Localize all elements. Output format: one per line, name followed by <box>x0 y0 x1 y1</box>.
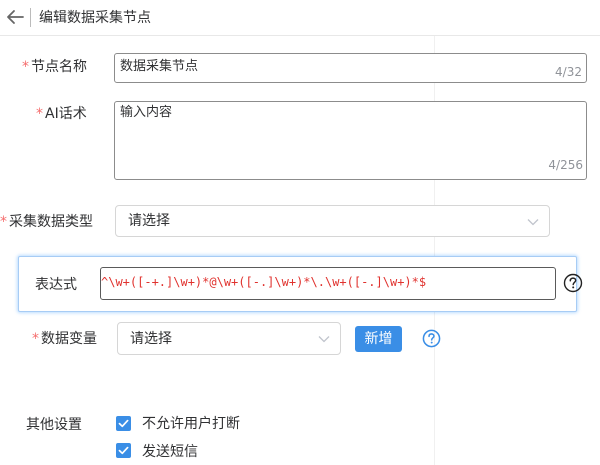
ai-script-value: 输入内容 <box>120 105 173 120</box>
ai-script-label: * AI话术 <box>36 106 87 122</box>
check-icon <box>118 446 129 455</box>
node-name-label: * 节点名称 <box>22 59 87 75</box>
page-title: 编辑数据采集节点 <box>39 10 151 26</box>
other-settings-label: 其他设置 <box>26 417 82 433</box>
arrow-left-icon[interactable] <box>4 6 26 28</box>
send-sms-label: 发送短信 <box>142 444 198 460</box>
data-type-selected: 请选择 <box>128 213 170 229</box>
ai-script-textarea[interactable]: 输入内容 4/256 <box>114 101 587 180</box>
question-circle-icon[interactable] <box>563 273 583 293</box>
ai-script-counter: 4/256 <box>548 158 583 172</box>
add-variable-button[interactable]: 新增 <box>355 326 402 352</box>
required-mark: * <box>22 59 29 75</box>
header-divider <box>30 8 31 27</box>
required-mark: * <box>36 106 43 122</box>
send-sms-checkbox[interactable] <box>116 443 131 458</box>
expression-label: 表达式 <box>35 277 77 293</box>
data-type-label: * 采集数据类型 <box>0 214 93 230</box>
data-type-select[interactable]: 请选择 <box>115 205 550 237</box>
required-mark: * <box>32 331 39 347</box>
data-variable-label: * 数据变量 <box>32 331 97 347</box>
data-variable-select[interactable]: 请选择 <box>117 322 341 355</box>
check-icon <box>118 419 129 428</box>
node-name-value: 数据采集节点 <box>120 59 199 74</box>
chevron-down-icon <box>318 336 330 343</box>
no-interrupt-label: 不允许用户打断 <box>142 416 240 432</box>
no-interrupt-checkbox[interactable] <box>116 416 131 431</box>
node-name-counter: 4/32 <box>555 65 582 79</box>
node-name-input[interactable]: 数据采集节点 4/32 <box>114 53 587 83</box>
chevron-down-icon <box>527 219 539 226</box>
data-variable-selected: 请选择 <box>130 331 172 347</box>
question-circle-icon[interactable] <box>422 329 441 348</box>
expression-input[interactable]: ^\w+([-+.]\w+)*@\w+([-.]\w+)*\.\w+([-.]\… <box>100 267 556 300</box>
required-mark: * <box>0 214 7 230</box>
expression-value: ^\w+([-+.]\w+)*@\w+([-.]\w+)*\.\w+([-.]\… <box>101 275 427 289</box>
